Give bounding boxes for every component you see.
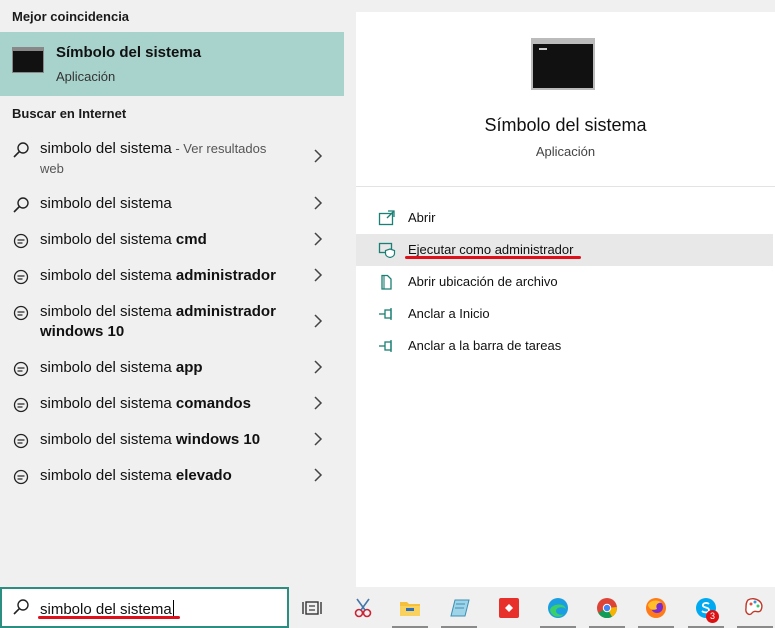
result-bold-term: app <box>175 359 203 376</box>
result-query: simbolo del sistema <box>40 359 176 376</box>
result-query: simbolo del sistema <box>40 140 172 157</box>
chevron-right-icon <box>314 232 323 246</box>
open-icon <box>378 210 395 226</box>
result-text: simbolo del sistema <box>40 194 300 214</box>
file-explorer-icon[interactable] <box>398 596 422 620</box>
chat-suggestion-icon <box>13 361 29 377</box>
result-text: simbolo del sistema administrador <box>40 266 300 286</box>
result-bold-term: cmd <box>175 231 207 248</box>
chevron-right-icon <box>314 360 323 374</box>
chevron-right-icon <box>314 396 323 410</box>
edge-icon[interactable] <box>546 596 570 620</box>
command-prompt-icon <box>531 38 595 90</box>
text-caret <box>172 600 174 617</box>
result-text: simbolo del sistema - Ver resultados web <box>40 139 300 179</box>
web-result-item[interactable]: simbolo del sistema windows 10 <box>0 428 344 452</box>
snipping-icon[interactable] <box>351 596 375 620</box>
result-query: simbolo del sistema <box>40 231 176 248</box>
action-label: Ejecutar como administrador <box>408 242 574 257</box>
action-label: Anclar a la barra de tareas <box>408 338 562 353</box>
result-text: simbolo del sistema comandos <box>40 394 300 414</box>
result-line2: windows 10 <box>40 323 125 340</box>
firefox-icon[interactable] <box>644 596 668 620</box>
web-result-item[interactable]: simbolo del sistema <box>0 192 344 216</box>
command-prompt-icon <box>12 47 44 73</box>
chevron-right-icon <box>314 314 323 328</box>
result-bold-term: administrador <box>175 267 276 284</box>
best-match-type: Aplicación <box>56 69 116 84</box>
anydesk-icon[interactable] <box>497 596 521 620</box>
result-query: simbolo del sistema <box>40 267 176 284</box>
action-run-as-admin[interactable]: Ejecutar como administrador <box>356 234 773 266</box>
annotation-underline <box>38 616 180 619</box>
chat-suggestion-icon <box>13 305 29 321</box>
app-title: Símbolo del sistema <box>484 115 647 135</box>
pin-icon <box>379 308 392 320</box>
app-type: Aplicación <box>535 144 596 159</box>
chevron-right-icon <box>314 149 323 163</box>
divider <box>356 186 775 187</box>
best-match-item[interactable]: Símbolo del sistema Aplicación <box>0 32 344 96</box>
result-bold-term: elevado <box>175 467 232 484</box>
taskbar-search-box[interactable]: simbolo del sistema <box>0 587 289 628</box>
search-icon <box>13 197 29 213</box>
chat-suggestion-icon <box>13 469 29 485</box>
chat-suggestion-icon <box>13 397 29 413</box>
web-search-heading: Buscar en Internet <box>12 106 127 121</box>
action-pin-to-start[interactable]: Anclar a Inicio <box>356 298 773 330</box>
notepad-icon[interactable] <box>447 596 471 620</box>
chrome-icon[interactable] <box>595 596 619 620</box>
search-icon <box>13 142 29 158</box>
result-suffix: - Ver resultados <box>171 141 267 156</box>
web-result-item[interactable]: simbolo del sistema app <box>0 356 344 380</box>
prompt-cursor <box>539 48 547 50</box>
best-match-title: Símbolo del sistema <box>56 44 202 61</box>
chat-suggestion-icon <box>13 269 29 285</box>
task-view-icon[interactable] <box>301 596 325 620</box>
result-text: simbolo del sistema cmd <box>40 230 300 250</box>
result-query: simbolo del sistema <box>40 303 176 320</box>
paint-icon[interactable] <box>743 596 767 620</box>
chat-suggestion-icon <box>13 433 29 449</box>
search-icon <box>13 599 29 615</box>
action-label: Abrir <box>408 210 436 225</box>
action-pin-to-taskbar[interactable]: Anclar a la barra de tareas <box>356 330 773 362</box>
result-query: simbolo del sistema <box>40 195 172 212</box>
pin-icon <box>379 340 392 352</box>
chevron-right-icon <box>314 268 323 282</box>
best-match-heading: Mejor coincidencia <box>12 9 130 24</box>
result-query: simbolo del sistema <box>40 431 176 448</box>
web-result-item[interactable]: simbolo del sistema - Ver resultados web <box>0 137 344 181</box>
web-result-item[interactable]: simbolo del sistema comandos <box>0 392 344 416</box>
search-results-pane: Mejor coincidencia Símbolo del sistema A… <box>0 0 352 587</box>
chevron-right-icon <box>314 432 323 446</box>
result-bold-term: administrador <box>175 303 276 320</box>
web-result-item[interactable]: simbolo del sistema administrador <box>0 264 344 288</box>
shield-admin-icon <box>378 242 396 258</box>
result-bold-term: comandos <box>175 395 251 412</box>
file-location-icon <box>381 274 392 290</box>
result-text: simbolo del sistema app <box>40 358 300 378</box>
web-result-item[interactable]: simbolo del sistema elevado <box>0 464 344 488</box>
result-bold-term: windows 10 <box>175 431 261 448</box>
web-result-item[interactable]: simbolo del sistema cmd <box>0 228 344 252</box>
chevron-right-icon <box>314 196 323 210</box>
result-query: simbolo del sistema <box>40 467 176 484</box>
notification-badge: 3 <box>706 610 719 623</box>
chevron-right-icon <box>314 468 323 482</box>
result-text: simbolo del sistema administrador windows… <box>40 302 300 342</box>
web-result-item[interactable]: simbolo del sistema administrador windows… <box>0 300 344 344</box>
app-detail-pane: Símbolo del sistema Aplicación Abrir Eje… <box>356 12 775 587</box>
action-open-file-location[interactable]: Abrir ubicación de archivo <box>356 266 773 298</box>
action-open[interactable]: Abrir <box>356 202 773 234</box>
result-line2: web <box>40 161 64 176</box>
result-text: simbolo del sistema windows 10 <box>40 430 300 450</box>
result-query: simbolo del sistema <box>40 395 176 412</box>
result-text: simbolo del sistema elevado <box>40 466 300 486</box>
action-label: Anclar a Inicio <box>408 306 490 321</box>
chat-suggestion-icon <box>13 233 29 249</box>
taskbar: 3 <box>289 587 775 628</box>
annotation-underline <box>405 256 581 259</box>
action-label: Abrir ubicación de archivo <box>408 274 558 289</box>
